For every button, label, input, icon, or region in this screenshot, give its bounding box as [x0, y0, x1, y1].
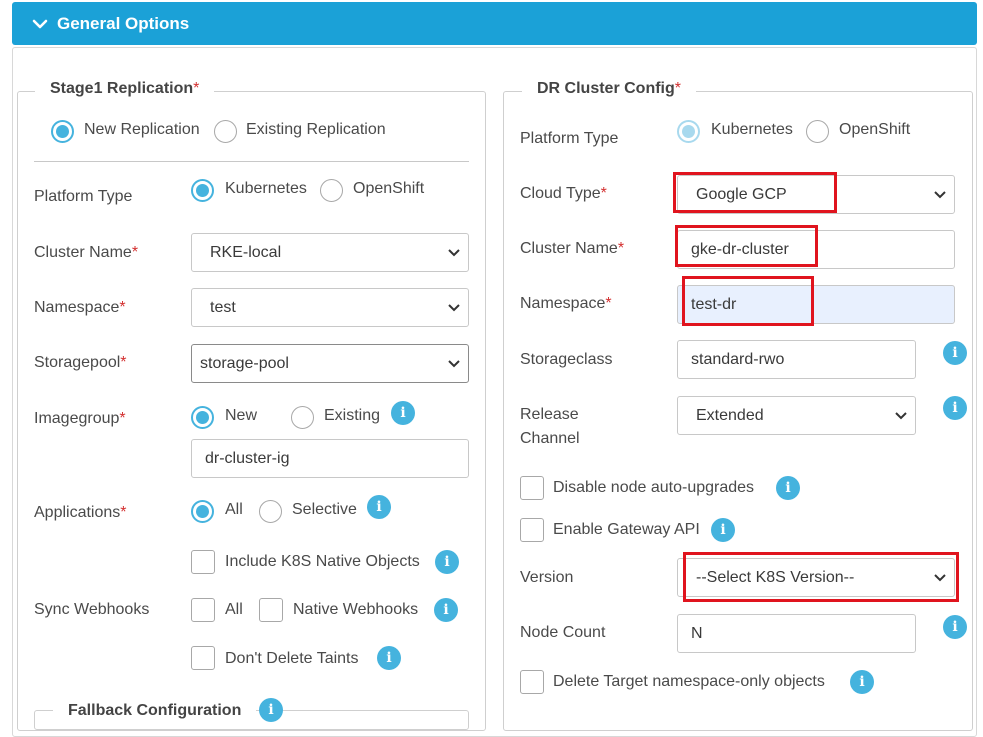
node-count-value: N — [691, 624, 703, 642]
highlight-box — [682, 276, 814, 326]
delete-target-objects-checkbox[interactable] — [520, 670, 544, 694]
enable-gateway-api-label: Enable Gateway API — [553, 521, 700, 538]
applications-selective-label: Selective — [292, 501, 357, 518]
storageclass-label: Storageclass — [520, 351, 613, 368]
applications-all-label: All — [225, 501, 243, 518]
imagegroup-input[interactable]: dr-cluster-ig — [191, 439, 469, 478]
existing-replication-radio[interactable] — [214, 120, 237, 143]
new-replication-radio[interactable] — [51, 120, 74, 143]
delete-target-objects-label: Delete Target namespace-only objects — [553, 673, 825, 690]
info-icon[interactable]: i — [943, 341, 967, 365]
header-title: General Options — [57, 13, 190, 33]
storageclass-input[interactable]: standard-rwo — [677, 340, 916, 379]
cluster-name-value: RKE-local — [210, 243, 282, 261]
cluster-name-label: Cluster Name* — [34, 244, 139, 261]
node-count-label: Node Count — [520, 624, 606, 641]
namespace-value: test — [210, 298, 236, 316]
applications-selective-radio[interactable] — [259, 500, 282, 523]
info-icon[interactable]: i — [391, 401, 415, 425]
info-icon[interactable]: i — [435, 550, 459, 574]
dont-delete-taints-label: Don't Delete Taints — [225, 650, 359, 667]
sync-webhooks-label: Sync Webhooks — [34, 601, 150, 618]
highlight-box — [675, 225, 818, 267]
include-native-objects-label: Include K8S Native Objects — [225, 553, 420, 570]
release-channel-value: Extended — [696, 406, 764, 424]
dr-platform-type-label: Platform Type — [520, 130, 619, 147]
info-icon[interactable]: i — [434, 598, 458, 622]
info-icon[interactable]: i — [259, 698, 283, 722]
imagegroup-new-label: New — [225, 407, 258, 424]
chevron-down-icon — [448, 303, 460, 311]
dr-legend: DR Cluster Config* — [522, 80, 697, 98]
dr-namespace-label: Namespace* — [520, 295, 612, 312]
platform-type-label: Platform Type — [34, 188, 133, 205]
fallback-legend: Fallback Configuration — [53, 702, 257, 720]
storagepool-select[interactable]: storage-pool — [191, 344, 469, 383]
disable-auto-upgrades-label: Disable node auto-upgrades — [553, 479, 755, 496]
release-channel-label: Release Channel — [520, 406, 580, 447]
applications-all-radio[interactable] — [191, 500, 214, 523]
info-icon[interactable]: i — [367, 495, 391, 519]
chevron-down-icon — [448, 359, 460, 367]
dr-openshift-label: OpenShift — [839, 121, 911, 138]
storagepool-label: Storagepool* — [34, 354, 127, 371]
storagepool-value: storage-pool — [200, 354, 289, 372]
webhooks-all-label: All — [225, 601, 243, 618]
general-options-header[interactable]: General Options — [12, 2, 977, 45]
storageclass-value: standard-rwo — [691, 350, 785, 368]
cluster-name-select[interactable]: RKE-local — [191, 233, 469, 272]
stage1-legend: Stage1 Replication* — [35, 80, 215, 98]
disable-auto-upgrades-checkbox[interactable] — [520, 476, 544, 500]
chevron-down-icon — [32, 19, 48, 28]
info-icon[interactable]: i — [943, 396, 967, 420]
native-webhooks-checkbox[interactable] — [259, 598, 283, 622]
info-icon[interactable]: i — [776, 476, 800, 500]
imagegroup-label: Imagegroup* — [34, 410, 126, 427]
native-webhooks-label: Native Webhooks — [293, 601, 419, 618]
include-native-objects-checkbox[interactable] — [191, 550, 215, 574]
info-icon[interactable]: i — [377, 646, 401, 670]
dont-delete-taints-checkbox[interactable] — [191, 646, 215, 670]
info-icon[interactable]: i — [711, 518, 735, 542]
node-count-input[interactable]: N — [677, 614, 916, 653]
imagegroup-value: dr-cluster-ig — [205, 449, 290, 467]
imagegroup-existing-label: Existing — [324, 407, 381, 424]
namespace-select[interactable]: test — [191, 288, 469, 327]
new-replication-label: New Replication — [84, 121, 200, 138]
webhooks-all-checkbox[interactable] — [191, 598, 215, 622]
dr-kubernetes-label: Kubernetes — [711, 121, 793, 138]
version-label: Version — [520, 569, 574, 586]
dr-openshift-radio[interactable] — [806, 120, 829, 143]
imagegroup-new-radio[interactable] — [191, 406, 214, 429]
chevron-down-icon — [448, 248, 460, 256]
info-icon[interactable]: i — [943, 615, 967, 639]
applications-label: Applications* — [34, 504, 127, 521]
openshift-radio[interactable] — [320, 179, 343, 202]
info-icon[interactable]: i — [850, 670, 874, 694]
dr-cluster-name-label: Cluster Name* — [520, 240, 625, 257]
namespace-label: Namespace* — [34, 299, 126, 316]
divider — [34, 161, 469, 162]
highlight-box — [683, 552, 959, 602]
chevron-down-icon — [934, 190, 946, 198]
chevron-down-icon — [895, 411, 907, 419]
cloud-type-label: Cloud Type* — [520, 185, 607, 202]
imagegroup-existing-radio[interactable] — [291, 406, 314, 429]
dr-kubernetes-radio[interactable] — [677, 120, 700, 143]
release-channel-select[interactable]: Extended — [677, 396, 916, 435]
kubernetes-radio[interactable] — [191, 179, 214, 202]
existing-replication-label: Existing Replication — [246, 121, 386, 138]
openshift-label: OpenShift — [353, 180, 425, 197]
highlight-box — [673, 172, 837, 213]
kubernetes-label: Kubernetes — [225, 180, 307, 197]
enable-gateway-api-checkbox[interactable] — [520, 518, 544, 542]
